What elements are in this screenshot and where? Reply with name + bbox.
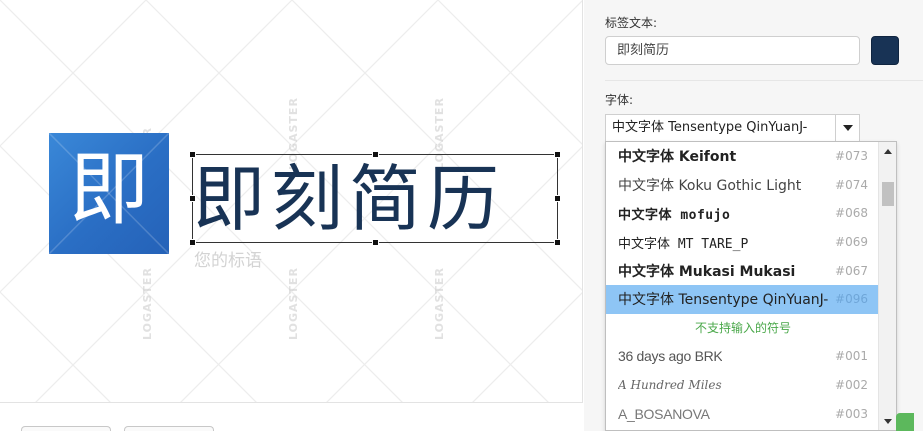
scroll-down-icon[interactable] [879,414,897,428]
bottom-button-1[interactable] [21,426,111,431]
confirm-button[interactable] [896,413,914,431]
font-option[interactable]: A_BOSANOVA #003 [606,399,880,428]
label-text-title: 标签文本: [605,16,658,30]
scroll-up-icon[interactable] [879,144,897,158]
font-title: 字体: [605,93,634,107]
label-text-input[interactable]: 即刻简历 [605,36,860,65]
font-option-selected[interactable]: 中文字体 Tensentype QinYuanJ- #096 [606,285,880,314]
bottom-button-2[interactable] [124,426,214,431]
font-option[interactable]: 中文字体 Mukasi Mukasi #067 [606,256,880,285]
resize-handle-right[interactable] [554,195,561,202]
font-option[interactable]: 中文字体 Keifont #073 [606,142,880,171]
resize-handle-bottom-left[interactable] [189,239,196,246]
font-option[interactable]: 中文字体 mofujo #068 [606,199,880,228]
brand-name-text[interactable]: 即刻简历 [193,159,557,239]
chevron-down-icon[interactable] [835,115,859,141]
logo-icon-glyph: 即 [69,142,149,236]
font-option[interactable]: A Hundred Miles #002 [606,371,880,400]
font-option[interactable]: 中文字体 MT TARE_P #069 [606,228,880,257]
watermark-text: LOGASTER [287,267,300,340]
scrollbar-thumb[interactable] [882,182,894,206]
resize-handle-left[interactable] [189,195,196,202]
watermark-text: LOGASTER [433,267,446,340]
slogan-text[interactable]: 您的标语 [194,246,262,271]
divider [605,80,923,81]
resize-handle-bottom-right[interactable] [554,239,561,246]
logo-icon[interactable]: 即 [49,133,169,254]
font-select-value: 中文字体 Tensentype QinYuanJ- [612,120,808,135]
logo-canvas[interactable]: LOGASTER LOGASTER LOGASTER LOGASTER LOGA… [0,0,583,403]
font-dropdown-list[interactable]: 中文字体 Keifont #073 中文字体 Koku Gothic Light… [605,141,897,431]
font-option[interactable]: 36 days ago BRK #001 [606,342,880,371]
label-color-picker[interactable] [871,36,899,65]
font-select[interactable]: 中文字体 Tensentype QinYuanJ- [605,114,860,142]
resize-handle-bottom[interactable] [372,239,379,246]
brand-name-selection[interactable]: 即刻简历 [192,154,558,243]
font-list-scrollbar[interactable] [878,142,896,430]
font-group-notice: 不支持输入的符号 [694,321,791,336]
font-option[interactable]: 中文字体 Koku Gothic Light #074 [606,171,880,200]
resize-handle-top[interactable] [372,151,379,158]
watermark-text: LOGASTER [141,267,154,340]
resize-handle-top-left[interactable] [189,151,196,158]
resize-handle-top-right[interactable] [554,151,561,158]
